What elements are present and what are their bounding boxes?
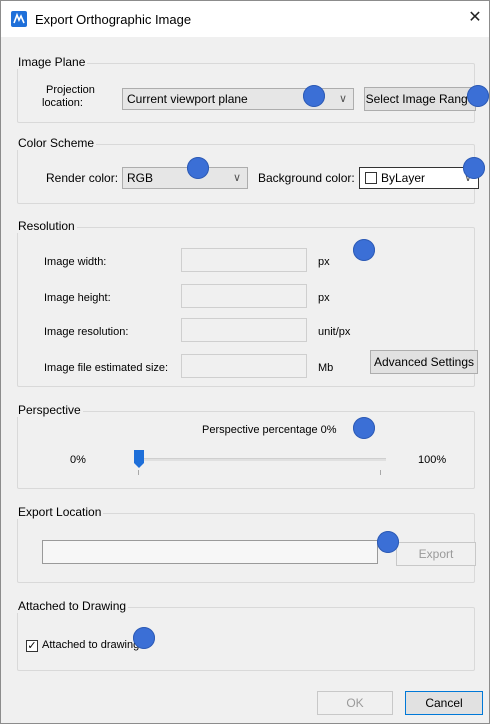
marker-dot — [353, 417, 375, 439]
marker-dot — [377, 531, 399, 553]
perspective-slider-thumb[interactable] — [134, 450, 144, 468]
export-button[interactable]: Export — [396, 542, 476, 566]
image-plane-group: Image Plane Projection location: Current… — [16, 55, 476, 123]
marker-dot — [133, 627, 155, 649]
perspective-max-label: 100% — [418, 454, 447, 466]
image-height-field[interactable] — [181, 284, 307, 308]
advanced-settings-button[interactable]: Advanced Settings — [370, 350, 478, 374]
slider-tick — [380, 470, 381, 475]
render-color-select[interactable]: RGB ∨ — [122, 167, 248, 189]
projection-label-1: Projection — [46, 84, 95, 96]
app-logo-icon — [11, 11, 27, 27]
color-scheme-group: Color Scheme Render color: RGB ∨ Backgro… — [16, 136, 479, 204]
attached-group-label: Attached to Drawing — [16, 599, 129, 613]
image-height-label: Image height: — [44, 292, 111, 304]
perspective-percentage-label: Perspective percentage 0% — [202, 424, 337, 436]
image-resolution-field[interactable] — [181, 318, 307, 342]
render-color-label: Render color: — [46, 171, 119, 185]
image-resolution-unit: unit/px — [318, 326, 351, 338]
dialog-title: Export Orthographic Image — [35, 12, 192, 27]
marker-dot — [353, 239, 375, 261]
marker-dot — [303, 85, 325, 107]
attached-checkbox[interactable]: ✓ — [26, 640, 38, 652]
render-color-value: RGB — [127, 171, 154, 185]
chevron-down-icon: ∨ — [232, 172, 241, 184]
estimated-size-unit: Mb — [318, 362, 334, 374]
resolution-label: Resolution — [16, 219, 77, 233]
marker-dot — [467, 85, 489, 107]
select-image-range-button[interactable]: Select Image Range — [364, 87, 476, 111]
export-path-field[interactable] — [42, 540, 378, 564]
background-color-select[interactable]: ByLayer ∨ — [359, 167, 479, 189]
close-icon[interactable]: ✕ — [465, 8, 485, 28]
image-height-unit: px — [318, 292, 330, 304]
perspective-min-label: 0% — [70, 454, 86, 466]
estimated-size-label: Image file estimated size: — [44, 362, 169, 374]
checkmark-icon: ✓ — [27, 640, 37, 652]
marker-dot — [463, 157, 485, 179]
export-location-group: Export Location Export — [16, 505, 476, 583]
perspective-slider-track[interactable] — [134, 458, 386, 461]
image-plane-label: Image Plane — [16, 55, 88, 69]
cancel-button[interactable]: Cancel — [405, 691, 483, 715]
resolution-group: Resolution Image width: px Image height:… — [16, 219, 478, 387]
chevron-down-icon: ∨ — [338, 93, 347, 105]
projection-value: Current viewport plane — [127, 92, 248, 106]
attached-group: Attached to Drawing ✓ Attached to drawin… — [16, 599, 475, 671]
background-color-value: ByLayer — [381, 171, 426, 185]
image-width-label: Image width: — [44, 256, 107, 268]
marker-dot — [187, 157, 209, 179]
slider-tick — [138, 470, 139, 475]
attached-checkbox-label: Attached to drawing — [42, 639, 140, 651]
estimated-size-field — [181, 354, 307, 378]
export-location-label: Export Location — [16, 505, 104, 519]
title-bar: Export Orthographic Image ✕ — [1, 1, 489, 37]
image-width-unit: px — [318, 256, 330, 268]
perspective-label: Perspective — [16, 403, 83, 417]
image-width-field[interactable] — [181, 248, 307, 272]
perspective-group: Perspective Perspective percentage 0% 0%… — [16, 403, 475, 489]
projection-label-2: location: — [42, 97, 83, 109]
image-resolution-label: Image resolution: — [44, 326, 129, 338]
export-dialog: Export Orthographic Image ✕ Image Plane … — [0, 0, 490, 724]
color-swatch-icon — [365, 172, 377, 184]
color-scheme-label: Color Scheme — [16, 136, 97, 150]
ok-button[interactable]: OK — [317, 691, 393, 715]
background-color-label: Background color: — [258, 171, 355, 185]
